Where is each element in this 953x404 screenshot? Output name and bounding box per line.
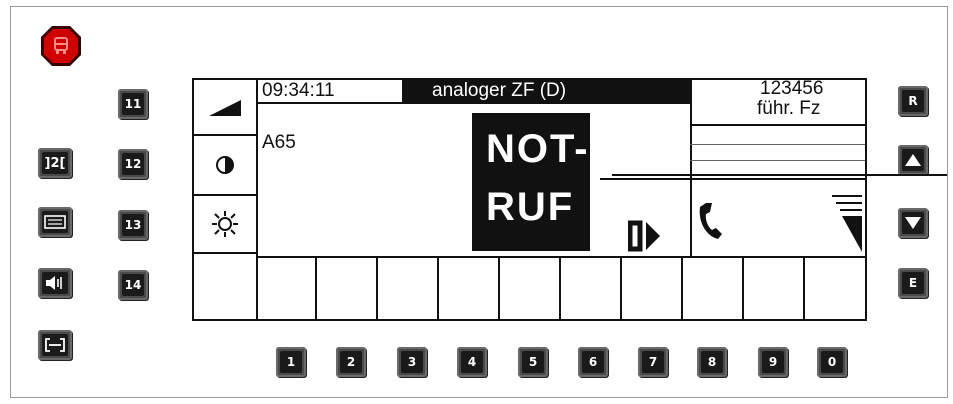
brightness-control[interactable] <box>194 196 256 254</box>
key-label: 3 <box>401 351 423 373</box>
signal-strength-icon <box>832 195 862 252</box>
callout-line <box>612 174 947 176</box>
softkey-3[interactable] <box>378 258 439 319</box>
key-label: 11 <box>122 93 144 115</box>
key-label: 9 <box>762 351 784 373</box>
radio-display: 09:34:11 analoger ZF (D) A65 NOT- RUF 12… <box>192 78 867 321</box>
softkey-5[interactable] <box>500 258 561 319</box>
key-label: 2 <box>340 351 362 373</box>
link-icon <box>45 338 65 352</box>
softkey-7[interactable] <box>622 258 683 319</box>
speaker-button[interactable] <box>38 268 72 298</box>
softkey-bar <box>256 256 865 319</box>
brightness-icon <box>212 211 238 237</box>
key-label: 4 <box>461 351 483 373</box>
key-label: 8 <box>701 351 723 373</box>
key-label: 5 <box>522 351 544 373</box>
enter-key[interactable]: E <box>898 268 928 298</box>
volume-ramp-icon <box>209 100 241 116</box>
key-label: E <box>902 272 924 294</box>
clock: 09:34:11 <box>262 80 335 101</box>
key-label: 1 <box>280 351 302 373</box>
number-key-8[interactable]: 8 <box>697 347 727 377</box>
number-key-5[interactable]: 5 <box>518 347 548 377</box>
number-key-0[interactable]: 0 <box>817 347 847 377</box>
key-label: 13 <box>122 214 144 236</box>
number-key-6[interactable]: 6 <box>578 347 608 377</box>
column-divider <box>690 80 692 256</box>
softkey-6[interactable] <box>561 258 622 319</box>
key-label: 14 <box>122 274 144 296</box>
function-key-11[interactable]: 11 <box>118 89 148 119</box>
number-key-3[interactable]: 3 <box>397 347 427 377</box>
scroll-up-key[interactable] <box>898 145 928 175</box>
number-key-4[interactable]: 4 <box>457 347 487 377</box>
softkey-8[interactable] <box>683 258 744 319</box>
volume-control[interactable] <box>194 80 256 136</box>
function-key-13[interactable]: 13 <box>118 210 148 240</box>
reset-key[interactable]: R <box>898 86 928 116</box>
number-key-9[interactable]: 9 <box>758 347 788 377</box>
channel-select-button[interactable]: ]2[ <box>38 148 72 178</box>
softkey-9[interactable] <box>744 258 805 319</box>
speaker-icon <box>46 276 62 290</box>
display-button[interactable] <box>38 207 72 237</box>
contrast-control[interactable] <box>194 136 256 196</box>
contrast-icon <box>216 156 234 174</box>
status-divider <box>256 102 690 104</box>
arrow-up-icon <box>905 154 921 166</box>
info-divider-3 <box>690 160 865 161</box>
mode-label: analoger ZF (D) <box>432 80 567 101</box>
softkey-4[interactable] <box>439 258 500 319</box>
emergency-call-button[interactable] <box>40 25 82 67</box>
key-label: 6 <box>582 351 604 373</box>
key-label: ]2[ <box>42 152 68 174</box>
number-key-1[interactable]: 1 <box>276 347 306 377</box>
softkey-1[interactable] <box>256 258 317 319</box>
display-icon <box>44 215 66 229</box>
arrow-down-icon <box>905 217 921 229</box>
key-label: 12 <box>122 153 144 175</box>
scroll-down-key[interactable] <box>898 208 928 238</box>
function-key-12[interactable]: 12 <box>118 149 148 179</box>
line-label: A65 <box>262 132 296 153</box>
vehicle-id: 123456 <box>760 78 824 99</box>
alert-line-1: NOT- <box>486 127 590 171</box>
number-key-2[interactable]: 2 <box>336 347 366 377</box>
transmit-icon <box>628 220 660 252</box>
number-key-7[interactable]: 7 <box>638 347 668 377</box>
softkey-10[interactable] <box>805 258 865 319</box>
key-label: 0 <box>821 351 843 373</box>
display-control-column <box>194 80 258 319</box>
softkey-2[interactable] <box>317 258 378 319</box>
info-divider-4 <box>600 178 865 180</box>
function-key-14[interactable]: 14 <box>118 270 148 300</box>
alert-line-2: RUF <box>486 185 575 229</box>
phone-icon <box>699 203 722 239</box>
vehicle-role: führ. Fz <box>757 98 821 119</box>
key-label: R <box>902 90 924 112</box>
emergency-call-alert: NOT- RUF <box>472 113 590 251</box>
key-label: 7 <box>642 351 664 373</box>
link-button[interactable] <box>38 330 72 360</box>
info-divider-2 <box>690 144 865 145</box>
emergency-bus-icon <box>41 26 81 66</box>
info-divider-1 <box>690 124 865 126</box>
